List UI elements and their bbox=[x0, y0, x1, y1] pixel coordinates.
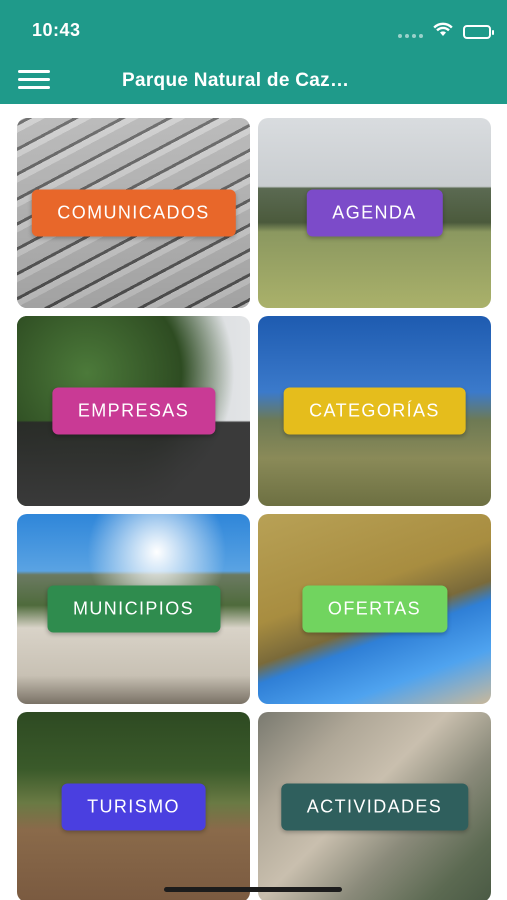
tile-categorias[interactable]: CATEGORÍAS bbox=[258, 316, 491, 506]
home-indicator[interactable] bbox=[164, 887, 342, 892]
signal-icon bbox=[398, 26, 423, 38]
page-title: Parque Natural de Caz… bbox=[122, 70, 350, 91]
category-grid: COMUNICADOS AGENDA EMPRESAS CATEGORÍAS M… bbox=[17, 118, 491, 900]
tile-actividades[interactable]: ACTIVIDADES bbox=[258, 712, 491, 900]
tile-agenda[interactable]: AGENDA bbox=[258, 118, 491, 308]
status-bar: 10:43 bbox=[0, 0, 507, 58]
tile-label: OFERTAS bbox=[301, 585, 448, 633]
tile-label: EMPRESAS bbox=[51, 387, 216, 435]
tile-label: AGENDA bbox=[306, 189, 443, 237]
tile-label: TURISMO bbox=[61, 783, 206, 831]
battery-icon bbox=[463, 25, 494, 39]
app-bar: Parque Natural de Caz… bbox=[0, 58, 507, 104]
tile-ofertas[interactable]: OFERTAS bbox=[258, 514, 491, 704]
tile-label: ACTIVIDADES bbox=[280, 783, 469, 831]
tile-municipios[interactable]: MUNICIPIOS bbox=[17, 514, 250, 704]
status-icons bbox=[398, 22, 494, 42]
tile-label: CATEGORÍAS bbox=[283, 387, 466, 435]
tile-turismo[interactable]: TURISMO bbox=[17, 712, 250, 900]
tile-label: COMUNICADOS bbox=[31, 189, 236, 237]
tile-label: MUNICIPIOS bbox=[46, 585, 221, 633]
status-time: 10:43 bbox=[32, 20, 81, 40]
tile-comunicados[interactable]: COMUNICADOS bbox=[17, 118, 250, 308]
wifi-icon bbox=[433, 22, 453, 42]
hamburger-menu-icon[interactable] bbox=[18, 70, 50, 92]
tile-empresas[interactable]: EMPRESAS bbox=[17, 316, 250, 506]
